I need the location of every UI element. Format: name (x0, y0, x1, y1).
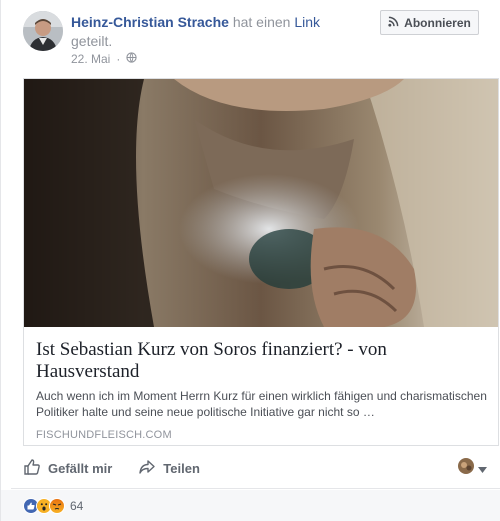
angry-icon (49, 498, 65, 514)
post-card: Heinz-Christian Strache hat einen Link g… (0, 0, 500, 521)
link-preview-image[interactable] (24, 79, 498, 327)
rss-icon (388, 16, 399, 30)
link-attachment[interactable]: Ist Sebastian Kurz von Soros finanziert?… (23, 78, 499, 446)
thumbs-up-icon (23, 458, 41, 479)
meta-separator: · (116, 52, 121, 66)
page-avatar-dropdown[interactable] (458, 458, 487, 479)
follow-button[interactable]: Abonnieren (380, 10, 479, 35)
link-description: Auch wenn ich im Moment Herrn Kurz für e… (36, 389, 487, 419)
page-avatar-icon (458, 458, 474, 479)
link-title[interactable]: Ist Sebastian Kurz von Soros finanziert?… (36, 339, 486, 383)
action-text: hat einen (232, 14, 291, 30)
footer-divider (11, 488, 500, 489)
like-label: Gefällt mir (48, 460, 113, 476)
share-label: Teilen (163, 460, 200, 476)
post-header-text: Heinz-Christian Strache hat einen Link g… (71, 13, 371, 51)
post-meta: 22. Mai · (71, 52, 137, 66)
globe-icon (126, 52, 137, 66)
link-domain: FISCHUNDFLEISCH.COM (36, 429, 172, 441)
chevron-down-icon (478, 460, 487, 478)
share-button[interactable]: Teilen (138, 458, 200, 479)
link-word[interactable]: Link (294, 14, 320, 30)
follow-label: Abonnieren (404, 15, 471, 30)
author-avatar[interactable] (23, 11, 63, 51)
post-date[interactable]: 22. Mai (71, 52, 110, 66)
reaction-count: 64 (70, 499, 84, 513)
action-bar: Gefällt mir Teilen (23, 456, 499, 480)
like-button[interactable]: Gefällt mir (23, 458, 112, 479)
action-suffix: geteilt. (71, 33, 113, 49)
share-arrow-icon (138, 458, 156, 479)
author-name[interactable]: Heinz-Christian Strache (71, 14, 229, 30)
reaction-summary[interactable]: 64 (23, 498, 83, 514)
